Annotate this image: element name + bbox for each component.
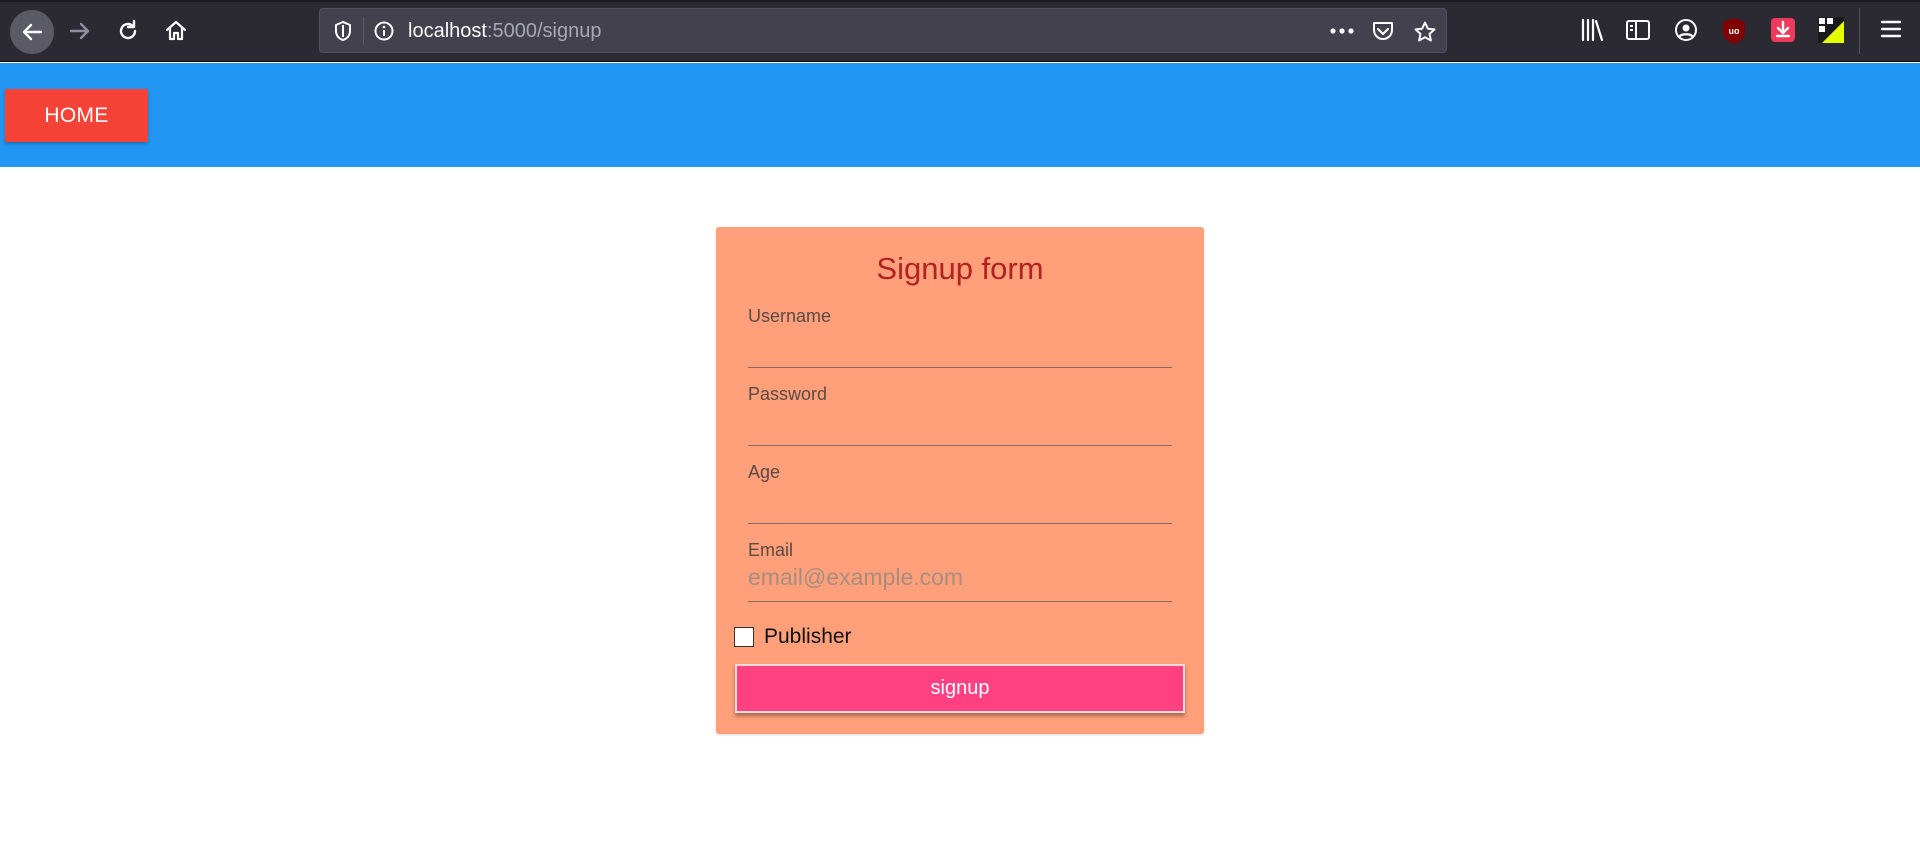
username-field: Username bbox=[748, 306, 1172, 368]
color-extension-icon[interactable] bbox=[1818, 17, 1844, 43]
age-input[interactable] bbox=[748, 484, 1172, 514]
download-extension-icon[interactable] bbox=[1770, 17, 1796, 43]
form-title: Signup form bbox=[876, 251, 1044, 286]
age-field: Age bbox=[748, 462, 1172, 524]
library-icon[interactable] bbox=[1579, 17, 1605, 43]
age-label: Age bbox=[748, 462, 781, 482]
password-label: Password bbox=[748, 384, 828, 404]
username-label: Username bbox=[748, 306, 832, 326]
url-separator bbox=[363, 17, 364, 45]
password-input[interactable] bbox=[748, 406, 1172, 436]
url-text[interactable]: localhost:5000/signup bbox=[408, 20, 601, 43]
site-info-icon[interactable] bbox=[373, 20, 395, 42]
url-bar[interactable]: localhost:5000/signup bbox=[319, 8, 1447, 53]
url-path: :5000/signup bbox=[486, 20, 602, 42]
email-field: Email bbox=[748, 540, 1172, 602]
home-button[interactable]: HOME bbox=[5, 89, 148, 142]
signup-button[interactable]: signup bbox=[735, 664, 1185, 713]
email-label: Email bbox=[748, 540, 794, 560]
forward-icon bbox=[69, 22, 90, 40]
pocket-icon[interactable] bbox=[1371, 20, 1395, 42]
url-host: localhost bbox=[408, 20, 487, 42]
username-input[interactable] bbox=[748, 328, 1172, 358]
app-header: HOME bbox=[0, 63, 1920, 167]
toolbar-separator bbox=[1859, 8, 1860, 54]
home-icon bbox=[165, 20, 187, 41]
reload-button[interactable] bbox=[108, 11, 148, 51]
back-button[interactable] bbox=[10, 10, 54, 54]
hamburger-menu-icon[interactable] bbox=[1879, 17, 1903, 41]
svg-text:uo: uo bbox=[1729, 26, 1740, 36]
password-field: Password bbox=[748, 384, 1172, 446]
publisher-row: Publisher bbox=[734, 622, 852, 652]
tracking-shield-icon[interactable] bbox=[332, 20, 354, 42]
back-icon bbox=[22, 23, 43, 41]
forward-button[interactable] bbox=[60, 11, 100, 51]
reload-icon bbox=[119, 19, 137, 40]
home-toolbar-button[interactable] bbox=[156, 11, 196, 51]
publisher-checkbox[interactable] bbox=[734, 627, 754, 647]
publisher-label[interactable]: Publisher bbox=[764, 625, 852, 649]
page-actions-icon[interactable] bbox=[1329, 27, 1355, 35]
browser-toolbar: localhost:5000/signup uo bbox=[0, 0, 1920, 62]
ublock-icon[interactable]: uo bbox=[1721, 17, 1747, 45]
sidebar-icon[interactable] bbox=[1625, 17, 1651, 43]
email-input[interactable] bbox=[748, 562, 1172, 592]
tab-strip bbox=[0, 0, 1920, 2]
signup-card: Signup form Username Password Age Email … bbox=[716, 227, 1204, 734]
bookmark-star-icon[interactable] bbox=[1413, 20, 1437, 44]
account-icon[interactable] bbox=[1673, 17, 1699, 43]
